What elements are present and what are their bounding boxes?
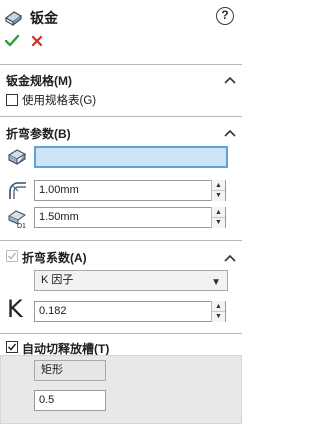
cancel-x-icon[interactable]	[30, 34, 44, 48]
divider	[0, 333, 242, 334]
collapse-chevron-icon[interactable]	[224, 126, 236, 137]
k-factor-spinner[interactable]: ▲ ▼	[211, 301, 225, 322]
use-gauge-table-checkbox[interactable]	[6, 94, 18, 106]
panel-title: 钣金	[30, 10, 58, 26]
relief-type-value: 矩形	[41, 364, 63, 376]
k-factor-input[interactable]: 0.182	[34, 301, 226, 322]
ok-checkmark-icon[interactable]	[4, 33, 20, 49]
section-title-gauges: 钣金规格(M)	[6, 74, 72, 88]
help-icon[interactable]: ?	[216, 7, 234, 25]
k-factor-symbol: K	[7, 295, 23, 323]
bend-radius-input[interactable]: 1.00mm	[34, 180, 226, 201]
section-title-bend-parameters: 折弯参数(B)	[6, 127, 71, 141]
divider	[0, 240, 242, 241]
relief-ratio-input[interactable]: 0.5	[34, 390, 106, 411]
bend-allowance-checkbox[interactable]	[6, 250, 18, 262]
relief-type-select[interactable]: 矩形	[34, 360, 106, 381]
divider	[0, 116, 242, 117]
bend-radius-spinner[interactable]: ▲ ▼	[211, 180, 225, 201]
section-title-bend-allowance: 折弯系数(A)	[22, 251, 87, 265]
thickness-icon: D1	[6, 207, 28, 230]
bend-radius-icon	[6, 179, 28, 201]
bend-allowance-type-value: K 因子	[41, 274, 74, 286]
bend-allowance-type-select[interactable]: K 因子 ▼	[34, 270, 228, 291]
sheet-metal-icon	[4, 6, 24, 27]
chevron-down-icon: ▼	[211, 277, 221, 288]
fixed-face-selection-field[interactable]	[34, 146, 228, 168]
use-gauge-table-label: 使用规格表(G)	[22, 95, 97, 107]
svg-text:D1: D1	[17, 223, 26, 229]
collapse-chevron-icon[interactable]	[224, 251, 236, 262]
fixed-face-icon	[6, 145, 28, 167]
thickness-spinner[interactable]: ▲ ▼	[211, 207, 225, 228]
thickness-input[interactable]: 1.50mm	[34, 207, 226, 228]
auto-relief-checkbox[interactable]	[6, 341, 18, 353]
collapse-chevron-icon[interactable]	[224, 73, 236, 84]
divider	[0, 64, 242, 65]
